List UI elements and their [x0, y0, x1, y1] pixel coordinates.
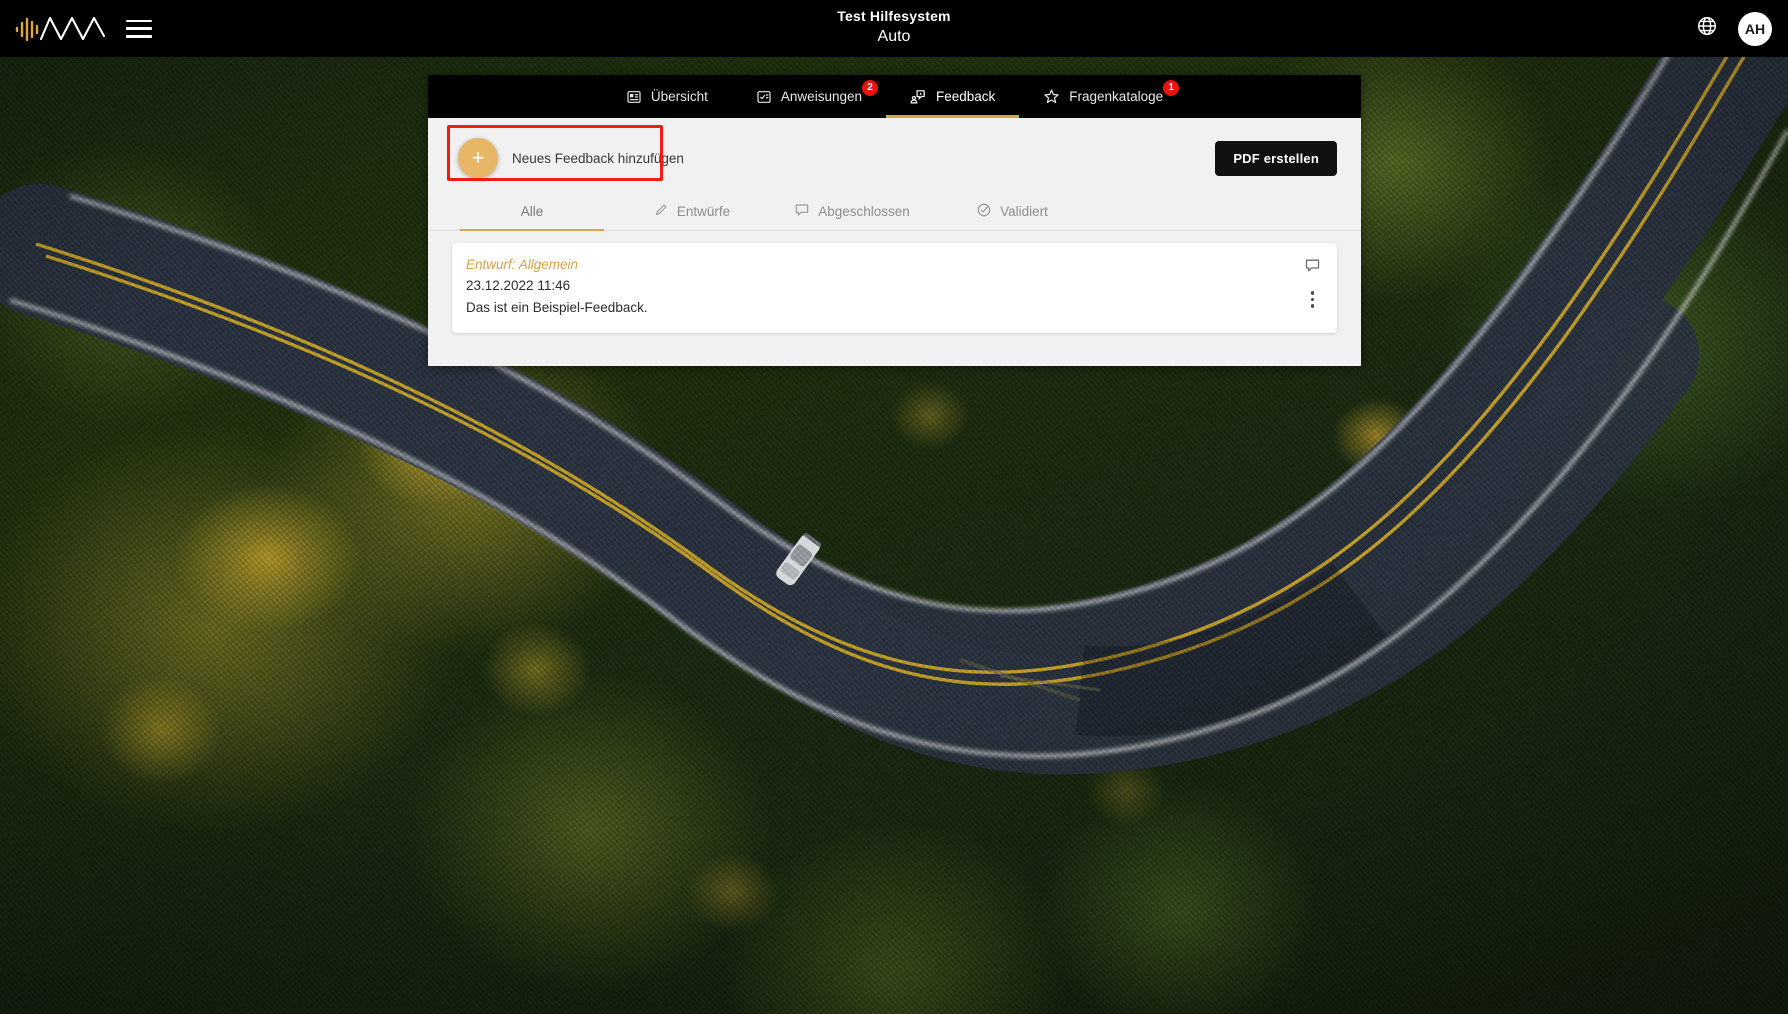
feedback-filter-tabs: Alle Entwürfe Abgeschlossen Validiert	[428, 192, 1361, 231]
tab-feedback[interactable]: Feedback	[885, 75, 1020, 118]
tab-badge: 1	[1163, 80, 1180, 96]
tab-label: Fragenkataloge	[1069, 89, 1164, 104]
feedback-list: Entwurf: Allgemein 23.12.2022 11:46 Das …	[428, 231, 1361, 333]
create-pdf-button[interactable]: PDF erstellen	[1215, 140, 1337, 176]
add-feedback-button[interactable]: + Neues Feedback hinzufügen	[447, 125, 700, 184]
filter-tab-entwuerfe[interactable]: Entwürfe	[612, 192, 772, 230]
avatar[interactable]: AH	[1738, 11, 1772, 46]
add-feedback-label: Neues Feedback hinzufügen	[512, 150, 684, 166]
overview-icon	[626, 89, 642, 105]
logo-area	[0, 9, 152, 48]
list-item-actions	[1304, 255, 1321, 310]
list-item-date: 23.12.2022 11:46	[466, 278, 571, 293]
globe-icon[interactable]	[1696, 15, 1718, 42]
list-item-text: Das ist ein Beispiel-Feedback.	[466, 300, 648, 315]
filter-label: Abgeschlossen	[818, 203, 910, 219]
filter-label: Entwürfe	[676, 203, 731, 219]
page-title: Test Hilfesystem	[837, 8, 951, 24]
tab-fragenkataloge[interactable]: Fragenkataloge 1	[1019, 75, 1187, 118]
feedback-icon	[910, 88, 927, 105]
comment-icon[interactable]	[1304, 257, 1321, 279]
top-app-bar: Test Hilfesystem Auto AH	[0, 0, 1788, 57]
page-subtitle: Auto	[877, 28, 911, 45]
filter-label: Alle	[520, 203, 544, 219]
tab-label: Feedback	[935, 89, 996, 104]
star-icon	[1043, 88, 1060, 105]
top-bar-actions: AH	[1696, 0, 1772, 57]
feedback-toolbar: + Neues Feedback hinzufügen PDF erstelle…	[428, 118, 1361, 190]
waveform-logo-icon[interactable]	[14, 9, 106, 48]
filter-tab-validiert[interactable]: Validiert	[932, 192, 1092, 230]
check-circle-icon	[976, 202, 992, 221]
more-vertical-icon[interactable]	[1305, 289, 1321, 310]
feedback-card: Übersicht Anweisungen 2 Feedback Fragenk…	[428, 75, 1361, 366]
tab-badge: 2	[861, 80, 878, 96]
list-item-title: Entwurf: Allgemein	[466, 257, 579, 272]
tab-label: Anweisungen	[780, 89, 862, 104]
comment-icon	[794, 202, 810, 221]
tab-label: Übersicht	[650, 89, 708, 104]
tab-anweisungen[interactable]: Anweisungen 2	[732, 75, 886, 118]
main-tabs: Übersicht Anweisungen 2 Feedback Fragenk…	[428, 75, 1361, 118]
filter-tab-abgeschlossen[interactable]: Abgeschlossen	[772, 192, 932, 230]
feedback-panel: + Neues Feedback hinzufügen PDF erstelle…	[428, 118, 1361, 366]
list-item[interactable]: Entwurf: Allgemein 23.12.2022 11:46 Das …	[452, 243, 1337, 333]
filter-tab-alle[interactable]: Alle	[452, 192, 612, 231]
list-item-content: Entwurf: Allgemein 23.12.2022 11:46 Das …	[466, 255, 1304, 319]
page-title-block: Test Hilfesystem Auto	[0, 6, 1788, 47]
tab-uebersicht[interactable]: Übersicht	[602, 75, 732, 118]
plus-icon[interactable]: +	[458, 138, 498, 178]
tasklist-icon	[756, 89, 772, 105]
filter-label: Validiert	[1000, 203, 1048, 219]
hamburger-menu-icon[interactable]	[126, 19, 152, 38]
pencil-icon	[654, 202, 669, 220]
